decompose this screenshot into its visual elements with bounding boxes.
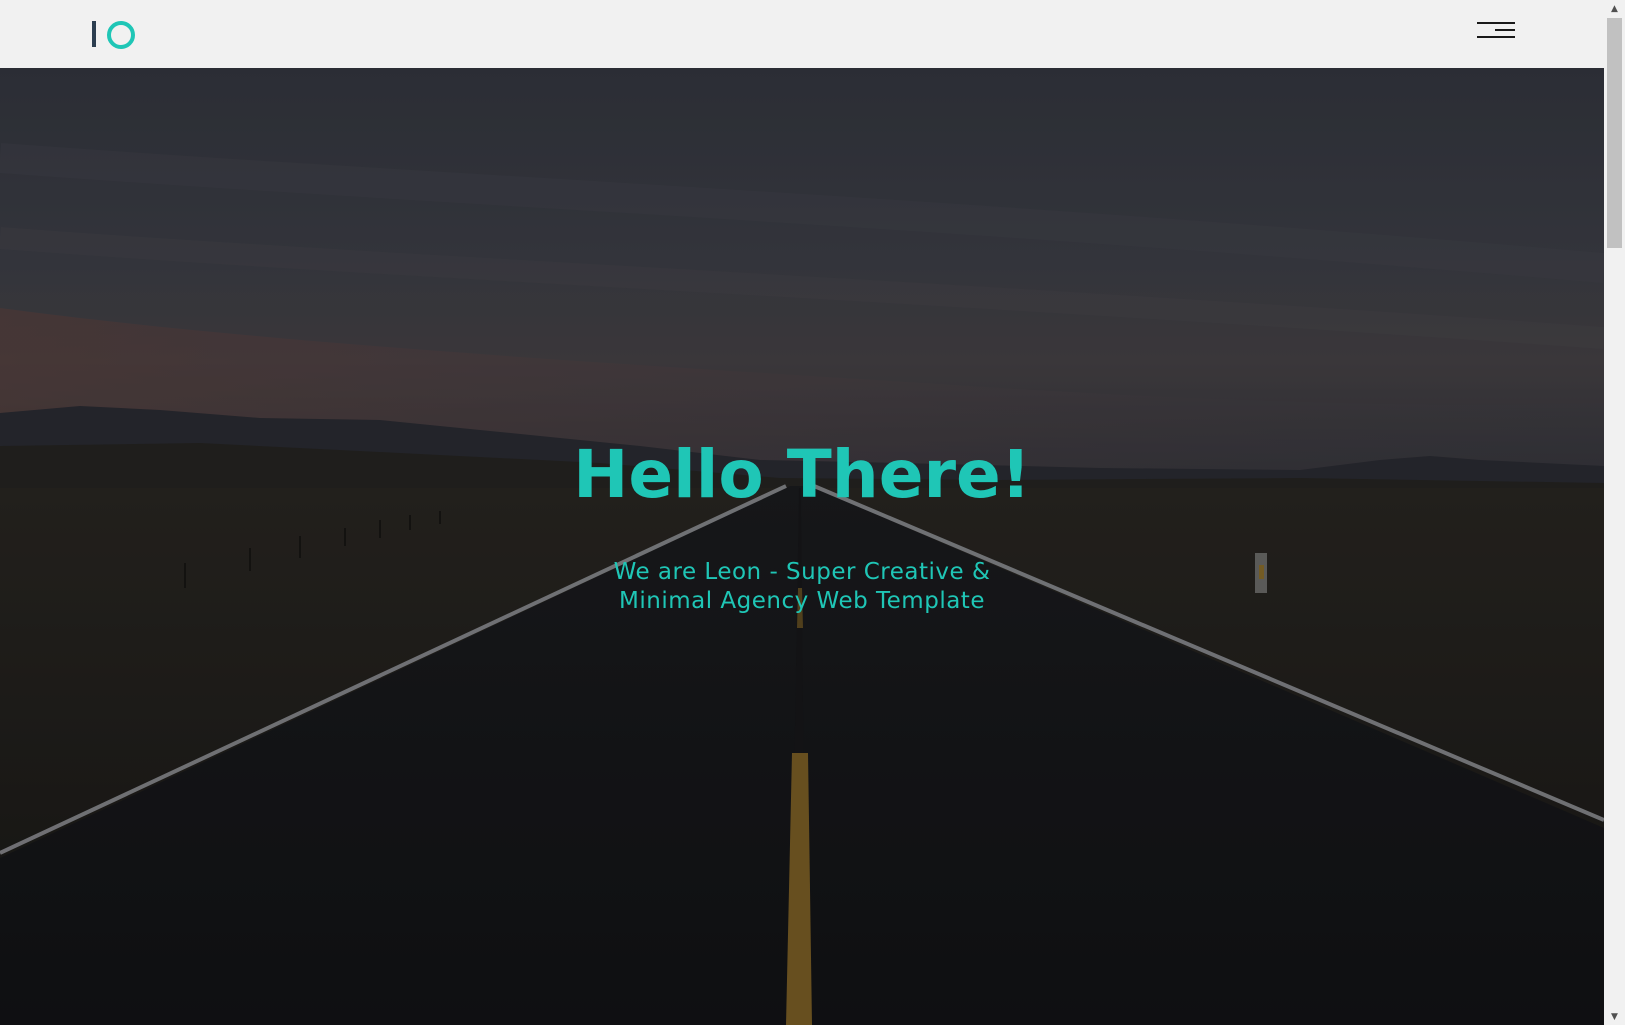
hero-subtitle: We are Leon - Super Creative & Minimal A…	[0, 558, 1604, 616]
page-viewport: Hello There! We are Leon - Super Creativ…	[0, 0, 1604, 1025]
site-header	[0, 0, 1604, 68]
hero-subtitle-line-1: We are Leon - Super Creative &	[613, 559, 991, 585]
hamburger-menu-icon-middle	[1495, 29, 1515, 31]
hamburger-menu-button[interactable]	[1475, 20, 1515, 44]
vertical-scrollbar[interactable]: ▲ ▼	[1604, 0, 1625, 1025]
hero-background-image	[0, 68, 1604, 1025]
site-logo[interactable]	[92, 20, 140, 49]
logo-bar-icon	[92, 21, 96, 47]
hero-section: Hello There! We are Leon - Super Creativ…	[0, 68, 1604, 1025]
hamburger-menu-icon	[1477, 22, 1515, 24]
hero-title: Hello There!	[573, 436, 1031, 513]
scroll-down-arrow-icon[interactable]: ▼	[1604, 1008, 1625, 1025]
scroll-up-arrow-icon[interactable]: ▲	[1604, 0, 1625, 17]
hero-subtitle-line-2: Minimal Agency Web Template	[619, 588, 985, 614]
logo-ring-icon	[107, 21, 135, 49]
scrollbar-thumb[interactable]	[1607, 18, 1622, 248]
hamburger-menu-icon-bottom	[1477, 36, 1515, 38]
